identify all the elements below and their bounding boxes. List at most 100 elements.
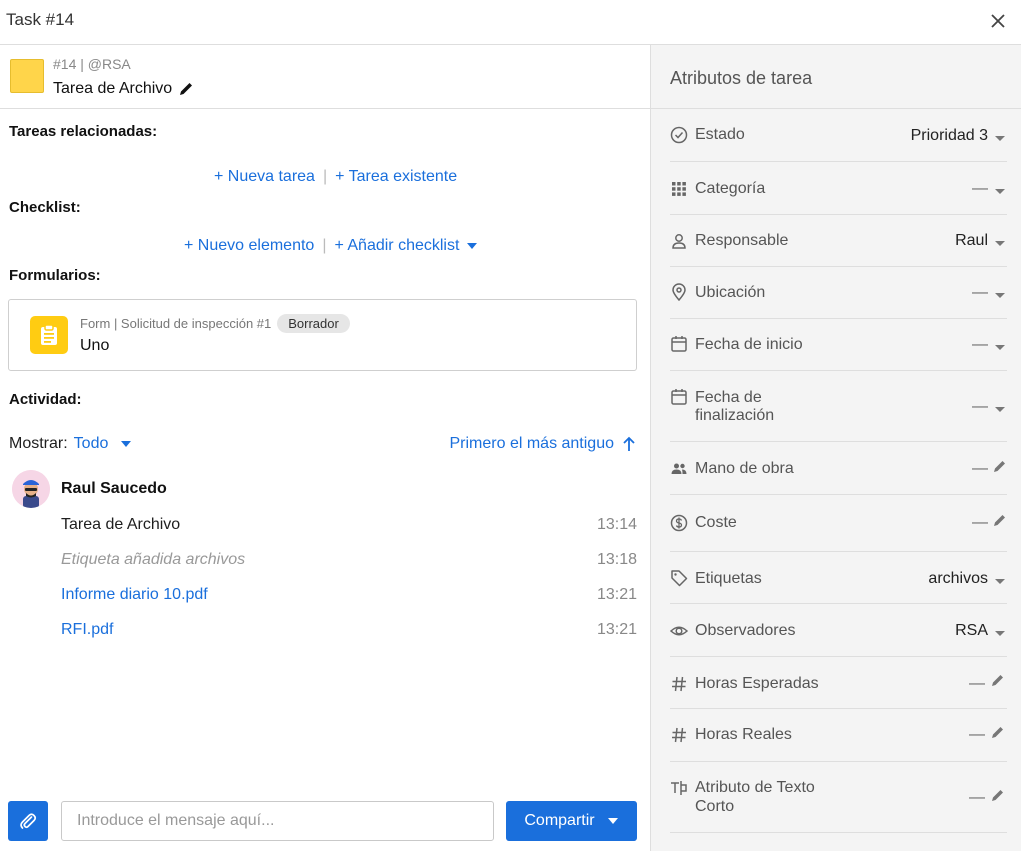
attach-button[interactable] [8,801,48,841]
show-label: Mostrar: [9,435,68,452]
attr-label: Corto [695,798,735,815]
activity-time: 13:14 [596,516,637,533]
caret-down-icon[interactable] [993,236,1007,250]
attr-value: Raul [955,232,988,249]
avatar [12,470,50,508]
attr-texto-corto[interactable]: Atributo de Texto Corto — [670,762,1007,833]
attributes-panel: Atributos de tarea Estado Prioridad 3 Ca… [650,45,1021,851]
message-input[interactable] [61,801,494,841]
attr-label: finalización [695,407,775,424]
attr-coste[interactable]: Coste — [670,495,1007,552]
new-task-link[interactable]: + Nueva tarea [214,168,315,186]
title-bar: Task #14 [0,0,1021,45]
caret-down-icon[interactable] [466,242,478,250]
caret-down-icon [607,818,618,824]
activity-label: Actividad: [9,391,82,408]
attachment-link[interactable]: RFI.pdf [61,621,113,639]
attributes-title: Atributos de tarea [670,68,813,88]
existing-task-link[interactable]: + Tarea existente [335,168,457,186]
attr-ubicacion[interactable]: Ubicación — [670,267,1007,319]
forms-label: Formularios: [9,267,101,284]
attr-label: Categoría [695,180,766,197]
activity-filter: Mostrar: Todo [9,435,132,453]
checklist-actions: + Nuevo elemento | + Añadir checklist [184,237,478,255]
status-badge: Borrador [277,314,350,333]
message-composer: Compartir [0,800,650,842]
caret-down-icon[interactable] [120,440,132,448]
pencil-icon[interactable] [991,725,1005,739]
attr-value: — [972,460,988,477]
form-meta: Form | Solicitud de inspección #1 Borrad… [80,314,350,333]
share-button[interactable]: Compartir [506,801,637,841]
sort-order-toggle[interactable]: Primero el más antiguo [449,435,636,453]
paperclip-icon [20,813,37,829]
task-name-text: Tarea de Archivo [53,80,173,97]
attr-value: archivos [928,570,988,587]
pencil-icon[interactable] [993,459,1007,473]
hash-icon [672,676,686,692]
activity-time: 13:18 [596,551,637,568]
add-checklist-link[interactable]: + Añadir checklist [334,237,459,255]
pencil-icon[interactable] [993,513,1007,527]
attr-mano-de-obra[interactable]: Mano de obra — [670,442,1007,495]
attr-observadores[interactable]: Observadores RSA [670,604,1007,657]
task-color-swatch[interactable] [10,59,44,93]
attr-fecha-finalizacion[interactable]: Fecha de finalización — [670,371,1007,442]
caret-down-icon[interactable] [993,340,1007,354]
clipboard-icon [30,316,68,354]
related-tasks-actions: + Nueva tarea | + Tarea existente [214,168,457,186]
caret-down-icon[interactable] [993,288,1007,302]
grid-icon [672,182,686,196]
attr-label: Fecha de inicio [695,336,803,353]
arrow-up-icon [623,436,635,451]
activity-time: 13:21 [596,621,637,638]
attr-label: Coste [695,514,737,531]
caret-down-icon[interactable] [993,402,1007,416]
attr-categoria[interactable]: Categoría — [670,162,1007,215]
pencil-icon[interactable] [178,81,194,97]
people-icon [671,463,687,474]
task-detail-panel: #14 | @RSA Tarea de Archivo Tareas relac… [0,45,650,851]
attr-horas-reales[interactable]: Horas Reales — [670,709,1007,762]
show-filter-dropdown[interactable]: Todo [74,435,109,453]
attr-responsable[interactable]: Responsable Raul [670,215,1007,267]
attr-label: Ubicación [695,284,766,301]
caret-down-icon[interactable] [993,626,1007,640]
caret-down-icon[interactable] [993,131,1007,145]
attr-fecha-inicio[interactable]: Fecha de inicio — [670,319,1007,371]
attr-value: — [972,284,988,301]
activity-text: Etiqueta añadida archivos [61,551,246,568]
window-title: Task #14 [6,10,75,29]
activity-entry: RFI.pdf 13:21 [61,621,637,639]
location-pin-icon [672,283,686,301]
form-card[interactable]: Form | Solicitud de inspección #1 Borrad… [8,299,637,371]
link-separator: | [322,168,328,185]
attr-value: — [969,675,985,692]
link-separator: | [322,237,327,254]
attr-horas-esperadas[interactable]: Horas Esperadas — [670,657,1007,709]
new-item-link[interactable]: + Nuevo elemento [184,237,314,255]
task-header: #14 | @RSA Tarea de Archivo [0,45,650,109]
attr-value: — [972,398,988,415]
pencil-icon[interactable] [991,673,1005,687]
text-field-icon [671,781,687,795]
tag-icon [671,570,688,587]
share-label: Compartir [524,812,595,829]
attr-label: Fecha de [695,389,762,406]
attr-estado[interactable]: Estado Prioridad 3 [670,109,1007,162]
attributes-header: Atributos de tarea [651,45,1021,109]
task-name: Tarea de Archivo [53,80,194,98]
attr-value: — [972,180,988,197]
attachment-link[interactable]: Informe diario 10.pdf [61,586,208,604]
caret-down-icon[interactable] [993,184,1007,198]
form-name: Uno [80,337,110,354]
activity-entry: Etiqueta añadida archivos 13:18 [61,551,637,569]
pencil-icon[interactable] [991,788,1005,802]
close-icon[interactable] [987,10,1009,32]
caret-down-icon[interactable] [993,574,1007,588]
sort-label: Primero el más antiguo [449,435,614,452]
attr-label: Horas Esperadas [695,675,819,692]
attr-label: Etiquetas [695,570,762,587]
attr-etiquetas[interactable]: Etiquetas archivos [670,552,1007,604]
attr-value: — [969,726,985,743]
